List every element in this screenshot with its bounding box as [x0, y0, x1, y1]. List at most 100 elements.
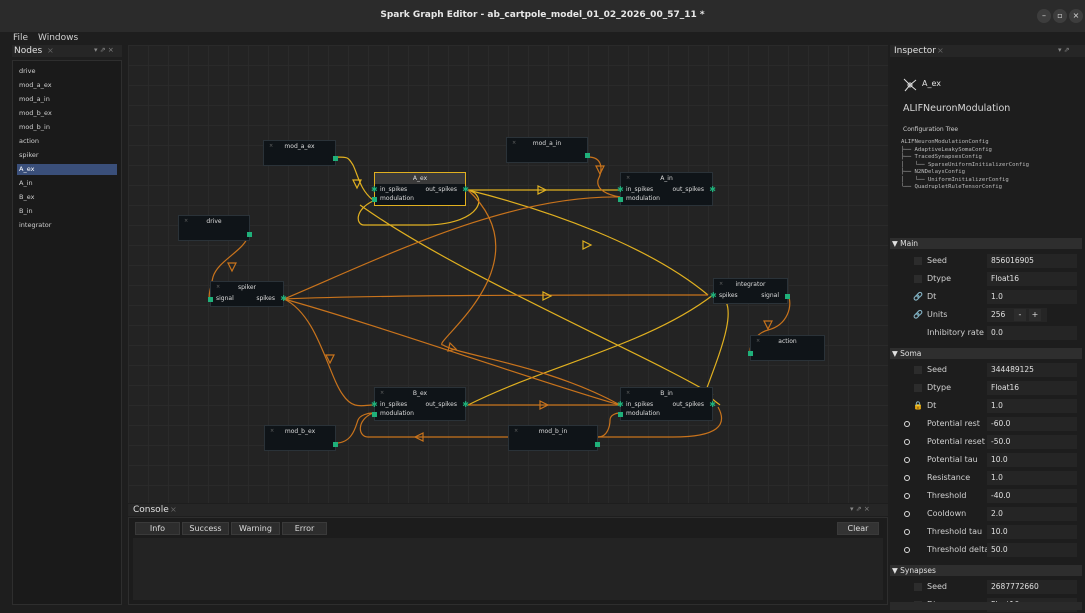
list-item[interactable]: mod_b_in: [17, 122, 117, 133]
circle-icon: [904, 439, 910, 445]
output-port-star-icon[interactable]: ✱: [709, 401, 716, 409]
graph-node-b-ex[interactable]: × B_ex ✱ in_spikes modulation out_spikes…: [371, 387, 469, 421]
nodes-list: drive mod_a_ex mod_a_in mod_b_ex mod_b_i…: [12, 60, 122, 605]
dock-buttons[interactable]: ▾ ⇗ ×: [94, 46, 114, 54]
input-port-star-icon[interactable]: ✱: [617, 401, 624, 409]
graph-node-b-in[interactable]: × B_in ✱ in_spikes modulation out_spikes…: [617, 387, 716, 421]
console-tab-label[interactable]: Console: [133, 505, 169, 515]
seed-field[interactable]: 856016905: [987, 254, 1077, 268]
checkbox[interactable]: [914, 275, 922, 283]
input-port-star-icon[interactable]: ✱: [371, 401, 378, 409]
nodes-tab-label[interactable]: Nodes: [14, 46, 42, 56]
graph-node-action[interactable]: × action: [748, 335, 825, 361]
property-label: Dtype: [927, 383, 952, 392]
output-port[interactable]: [333, 442, 338, 447]
info-filter-button[interactable]: Info: [135, 522, 180, 535]
section-main-header[interactable]: ▼ Main: [890, 238, 1082, 249]
clear-button[interactable]: Clear: [837, 522, 879, 535]
success-filter-button[interactable]: Success: [182, 522, 229, 535]
soma-seed-field[interactable]: 344489125: [987, 363, 1077, 377]
cooldown-field[interactable]: 2.0: [987, 507, 1077, 521]
minimize-button[interactable]: –: [1037, 9, 1051, 23]
output-port[interactable]: [585, 153, 590, 158]
output-port[interactable]: [785, 294, 790, 299]
output-port-star-icon[interactable]: ✱: [462, 401, 469, 409]
input-port-star-icon[interactable]: ✱: [710, 292, 717, 300]
modulation-port[interactable]: [618, 197, 623, 202]
inspector-tab-label[interactable]: Inspector: [894, 46, 936, 56]
input-port[interactable]: [748, 351, 753, 356]
list-item[interactable]: drive: [17, 66, 117, 77]
graph-node-mod-b-in[interactable]: × mod_b_in: [508, 425, 600, 451]
graph-node-mod-b-ex[interactable]: × mod_b_ex: [264, 425, 338, 451]
output-port[interactable]: [247, 232, 252, 237]
graph-node-spiker[interactable]: × spiker signal spikes ✱: [208, 281, 287, 307]
modulation-port[interactable]: [372, 197, 377, 202]
modulation-port[interactable]: [618, 412, 623, 417]
checkbox[interactable]: [914, 257, 922, 265]
dock-buttons[interactable]: ▾ ⇗: [1058, 46, 1070, 54]
graph-node-mod-a-in[interactable]: × mod_a_in: [506, 137, 590, 163]
close-icon[interactable]: ×: [937, 46, 944, 55]
output-port[interactable]: [595, 442, 600, 447]
section-soma-header[interactable]: ▼ Soma: [890, 348, 1082, 359]
units-decrement-button[interactable]: -: [1014, 309, 1026, 321]
error-filter-button[interactable]: Error: [282, 522, 327, 535]
list-item[interactable]: action: [17, 136, 117, 147]
graph-node-integrator[interactable]: × integrator ✱ spikes signal: [710, 278, 790, 304]
list-item[interactable]: integrator: [17, 220, 117, 231]
soma-dtype-field[interactable]: Float16: [987, 381, 1077, 395]
output-port-star-icon[interactable]: ✱: [280, 295, 287, 303]
threshold-delta-field[interactable]: 50.0: [987, 543, 1077, 557]
graph-node-mod-a-ex[interactable]: × mod_a_ex: [263, 140, 338, 166]
warning-filter-button[interactable]: Warning: [231, 522, 280, 535]
checkbox[interactable]: [914, 583, 922, 591]
list-item-selected[interactable]: A_ex: [17, 164, 117, 175]
potential-rest-field[interactable]: -60.0: [987, 417, 1077, 431]
dock-buttons[interactable]: ▾ ⇗ ×: [850, 505, 870, 513]
list-item[interactable]: mod_b_ex: [17, 108, 117, 119]
input-port-star-icon[interactable]: ✱: [617, 186, 624, 194]
potential-tau-field[interactable]: 10.0: [987, 453, 1077, 467]
graph-canvas[interactable]: × mod_a_ex × mod_a_in × drive × A_ex ✱ i…: [128, 45, 888, 503]
input-port-star-icon[interactable]: ✱: [371, 186, 378, 194]
modulation-port[interactable]: [372, 412, 377, 417]
close-icon[interactable]: ×: [170, 505, 177, 514]
maximize-button[interactable]: ▫: [1053, 9, 1067, 23]
list-item[interactable]: A_in: [17, 178, 117, 189]
list-item[interactable]: spiker: [17, 150, 117, 161]
checkbox[interactable]: [914, 366, 922, 374]
threshold-tau-field[interactable]: 10.0: [987, 525, 1077, 539]
property-row: Seed 856016905: [890, 253, 1082, 269]
property-row: Dtype Float16: [890, 380, 1082, 396]
input-port[interactable]: [208, 297, 213, 302]
units-increment-button[interactable]: +: [1029, 309, 1041, 321]
potential-reset-field[interactable]: -50.0: [987, 435, 1077, 449]
synapses-seed-field[interactable]: 2687772660: [987, 580, 1077, 594]
graph-node-drive[interactable]: × drive: [178, 215, 252, 241]
graph-node-a-in[interactable]: × A_in ✱ in_spikes modulation out_spikes…: [617, 172, 716, 206]
inhibitory-rate-field[interactable]: 0.0: [987, 326, 1077, 340]
list-item[interactable]: B_ex: [17, 192, 117, 203]
soma-dt-field[interactable]: 1.0: [987, 399, 1077, 413]
list-item[interactable]: mod_a_ex: [17, 80, 117, 91]
output-port-star-icon[interactable]: ✱: [709, 186, 716, 194]
list-item[interactable]: B_in: [17, 206, 117, 217]
horizontal-scrollbar[interactable]: [890, 602, 1082, 610]
property-row: Threshold tau 10.0: [890, 524, 1082, 540]
menu-windows[interactable]: Windows: [38, 33, 78, 43]
menu-file[interactable]: File: [13, 33, 28, 43]
section-synapses-header[interactable]: ▼ Synapses: [890, 565, 1082, 576]
resistance-field[interactable]: 1.0: [987, 471, 1077, 485]
close-window-button[interactable]: ×: [1069, 9, 1083, 23]
output-port-star-icon[interactable]: ✱: [462, 186, 469, 194]
dtype-field[interactable]: Float16: [987, 272, 1077, 286]
checkbox[interactable]: [914, 384, 922, 392]
close-icon[interactable]: ×: [47, 46, 54, 55]
threshold-field[interactable]: -40.0: [987, 489, 1077, 503]
graph-node-a-ex[interactable]: × A_ex ✱ in_spikes modulation out_spikes…: [371, 172, 469, 206]
output-port[interactable]: [333, 156, 338, 161]
list-item[interactable]: mod_a_in: [17, 94, 117, 105]
dt-field[interactable]: 1.0: [987, 290, 1077, 304]
console-output[interactable]: [133, 538, 883, 600]
